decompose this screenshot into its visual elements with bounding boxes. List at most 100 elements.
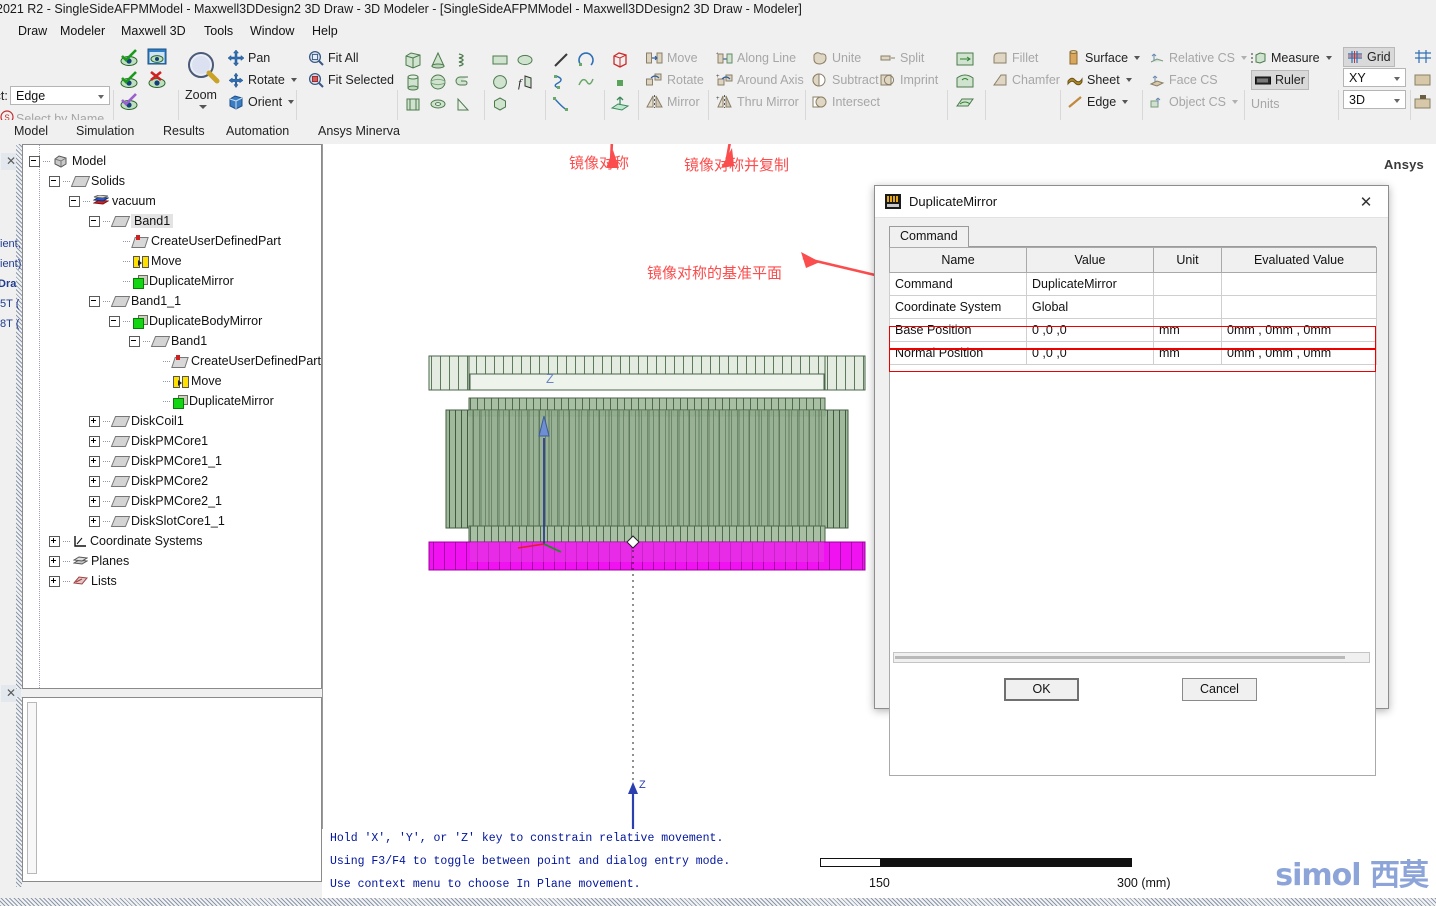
grid-plane-combo[interactable]: XY bbox=[1343, 68, 1406, 87]
tab-command[interactable]: Command bbox=[889, 226, 969, 247]
expand-icon[interactable] bbox=[89, 415, 100, 427]
tree-node-band1[interactable]: Band1 bbox=[89, 211, 174, 231]
property-row[interactable]: Coordinate System Global bbox=[889, 295, 1377, 319]
collapse-icon[interactable] bbox=[49, 175, 60, 187]
thru-mirror-button[interactable]: + Thru Mirror bbox=[716, 92, 799, 111]
tree-node-createuserdefinedpart[interactable]: CreateUserDefinedPart bbox=[109, 231, 281, 251]
tree-node-coordinate-systems[interactable]: Coordinate Systems bbox=[49, 531, 203, 551]
show-other-icon[interactable] bbox=[118, 92, 140, 112]
collapse-icon[interactable] bbox=[29, 155, 40, 167]
move-button[interactable]: Move bbox=[646, 48, 698, 67]
ok-button[interactable]: OK bbox=[1004, 678, 1079, 701]
grid-settings-icon[interactable] bbox=[1413, 49, 1433, 65]
sweep-along-path-icon[interactable] bbox=[955, 94, 975, 112]
intersect-button[interactable]: Intersect bbox=[812, 92, 880, 111]
draw-cone-icon[interactable] bbox=[428, 50, 448, 70]
draw-torus-icon[interactable] bbox=[428, 94, 448, 114]
expand-icon[interactable] bbox=[49, 575, 60, 587]
draw-plane-icon[interactable] bbox=[610, 94, 630, 114]
draw-sphere-icon[interactable] bbox=[428, 72, 448, 92]
draw-ellipse-icon[interactable] bbox=[515, 50, 535, 70]
property-value[interactable]: 0 ,0 ,0 bbox=[1026, 318, 1154, 342]
fillet-button[interactable]: Fillet bbox=[992, 48, 1038, 67]
tab-ansys-minerva[interactable]: Ansys Minerva bbox=[318, 124, 400, 138]
fit-all-button[interactable]: Fit All bbox=[308, 48, 359, 67]
show-all-icon[interactable] bbox=[118, 48, 140, 68]
draw-regular-polyhedron-icon[interactable] bbox=[403, 94, 423, 114]
surface-button[interactable]: Surface bbox=[1067, 48, 1141, 67]
property-value[interactable]: Global bbox=[1026, 295, 1154, 319]
chevron-down-icon[interactable] bbox=[288, 99, 295, 104]
menu-maxwell3d[interactable]: Maxwell 3D bbox=[117, 23, 190, 39]
imprint-button[interactable]: Imprint bbox=[880, 70, 938, 89]
message-panel-scrollbar[interactable] bbox=[27, 702, 37, 874]
unite-button[interactable]: Unite bbox=[812, 48, 861, 67]
show-window-icon[interactable] bbox=[146, 48, 168, 68]
object-cs-button[interactable]: Object CS bbox=[1149, 92, 1238, 111]
tree-node-duplicatemirror[interactable]: DuplicateMirror bbox=[149, 391, 274, 411]
tree-node-move[interactable]: Move bbox=[149, 371, 222, 391]
draw-cylinder-icon[interactable] bbox=[403, 72, 423, 92]
collapse-icon[interactable] bbox=[69, 195, 80, 207]
tree-node-diskcoil1[interactable]: DiskCoil1 bbox=[89, 411, 184, 431]
menu-window[interactable]: Window bbox=[246, 23, 298, 39]
tree-node-diskpmcore1-1[interactable]: DiskPMCore1_1 bbox=[89, 451, 222, 471]
message-panel[interactable] bbox=[22, 697, 322, 882]
chevron-down-icon[interactable] bbox=[1122, 99, 1129, 104]
property-row[interactable]: Command DuplicateMirror bbox=[889, 272, 1377, 296]
tree-node-diskpmcore2[interactable]: DiskPMCore2 bbox=[89, 471, 208, 491]
fit-selected-button[interactable]: Fit Selected bbox=[308, 70, 394, 89]
draw-3point-arc-icon[interactable] bbox=[551, 72, 571, 92]
face-cs-button[interactable]: Face CS bbox=[1149, 70, 1218, 89]
menu-draw[interactable]: Draw bbox=[14, 23, 51, 39]
split-button[interactable]: Split bbox=[880, 48, 924, 67]
pan-button[interactable]: Pan bbox=[228, 48, 270, 67]
chevron-down-icon[interactable] bbox=[1125, 77, 1132, 82]
units-button[interactable]: Units bbox=[1251, 94, 1279, 113]
dialog-hscrollbar[interactable] bbox=[893, 652, 1370, 663]
tree-node-planes[interactable]: Planes bbox=[49, 551, 129, 571]
chevron-down-icon[interactable] bbox=[1134, 55, 1141, 60]
tab-simulation[interactable]: Simulation bbox=[76, 124, 134, 138]
tree-node-duplicatebodymirror[interactable]: DuplicateBodyMirror bbox=[109, 311, 262, 331]
tree-node-solids[interactable]: Solids bbox=[49, 171, 125, 191]
relative-cs-button[interactable]: Relative CS bbox=[1149, 48, 1247, 67]
duplicate-around-axis-button[interactable]: + Around Axis bbox=[716, 70, 804, 89]
collapse-icon[interactable] bbox=[89, 295, 100, 307]
draw-box-icon[interactable] bbox=[403, 50, 423, 70]
sheet-object-icon[interactable] bbox=[1413, 72, 1433, 88]
zoom-dropdown-caret-icon[interactable] bbox=[199, 105, 207, 109]
tree-node-model[interactable]: Model bbox=[29, 151, 106, 171]
draw-spline-icon[interactable] bbox=[576, 72, 596, 92]
ruler-button[interactable]: Ruler bbox=[1251, 70, 1309, 90]
orient-button[interactable]: Orient bbox=[228, 92, 295, 111]
tree-node-band1[interactable]: Band1 bbox=[129, 331, 207, 351]
tab-automation[interactable]: Automation bbox=[226, 124, 289, 138]
chevron-down-icon[interactable] bbox=[290, 77, 297, 82]
draw-equation-surface-icon[interactable]: f bbox=[515, 72, 535, 92]
collapse-icon[interactable] bbox=[109, 315, 120, 327]
tree-node-band1-1[interactable]: Band1_1 bbox=[89, 291, 181, 311]
draw-bondwire-icon[interactable] bbox=[453, 94, 473, 114]
draw-helix-icon[interactable] bbox=[453, 50, 473, 70]
mirror-button[interactable]: Mirror bbox=[646, 92, 700, 111]
expand-icon[interactable] bbox=[89, 495, 100, 507]
collapse-icon[interactable] bbox=[89, 215, 100, 227]
close-icon[interactable]: ✕ bbox=[1352, 192, 1380, 214]
draw-point-region-icon[interactable] bbox=[610, 50, 630, 70]
chevron-down-icon[interactable] bbox=[1231, 99, 1238, 104]
tree-node-diskpmcore2-1[interactable]: DiskPMCore2_1 bbox=[89, 491, 222, 511]
draw-line-icon[interactable] bbox=[551, 50, 571, 70]
draw-arc-icon[interactable] bbox=[576, 50, 596, 70]
tree-node-vacuum[interactable]: vacuum bbox=[69, 191, 156, 211]
property-row[interactable]: Base Position 0 ,0 ,0 mm 0mm , 0mm , 0mm bbox=[889, 318, 1377, 342]
grid-mode-combo[interactable]: 3D bbox=[1343, 90, 1406, 109]
tree-node-duplicatemirror[interactable]: DuplicateMirror bbox=[109, 271, 234, 291]
sweep-along-vector-icon[interactable] bbox=[955, 50, 975, 68]
collapse-icon[interactable] bbox=[129, 335, 140, 347]
subtract-button[interactable]: Subtract bbox=[812, 70, 879, 89]
tree-node-diskpmcore1[interactable]: DiskPMCore1 bbox=[89, 431, 208, 451]
expand-icon[interactable] bbox=[89, 515, 100, 527]
chamfer-button[interactable]: Chamfer bbox=[992, 70, 1060, 89]
cancel-button[interactable]: Cancel bbox=[1182, 678, 1257, 701]
